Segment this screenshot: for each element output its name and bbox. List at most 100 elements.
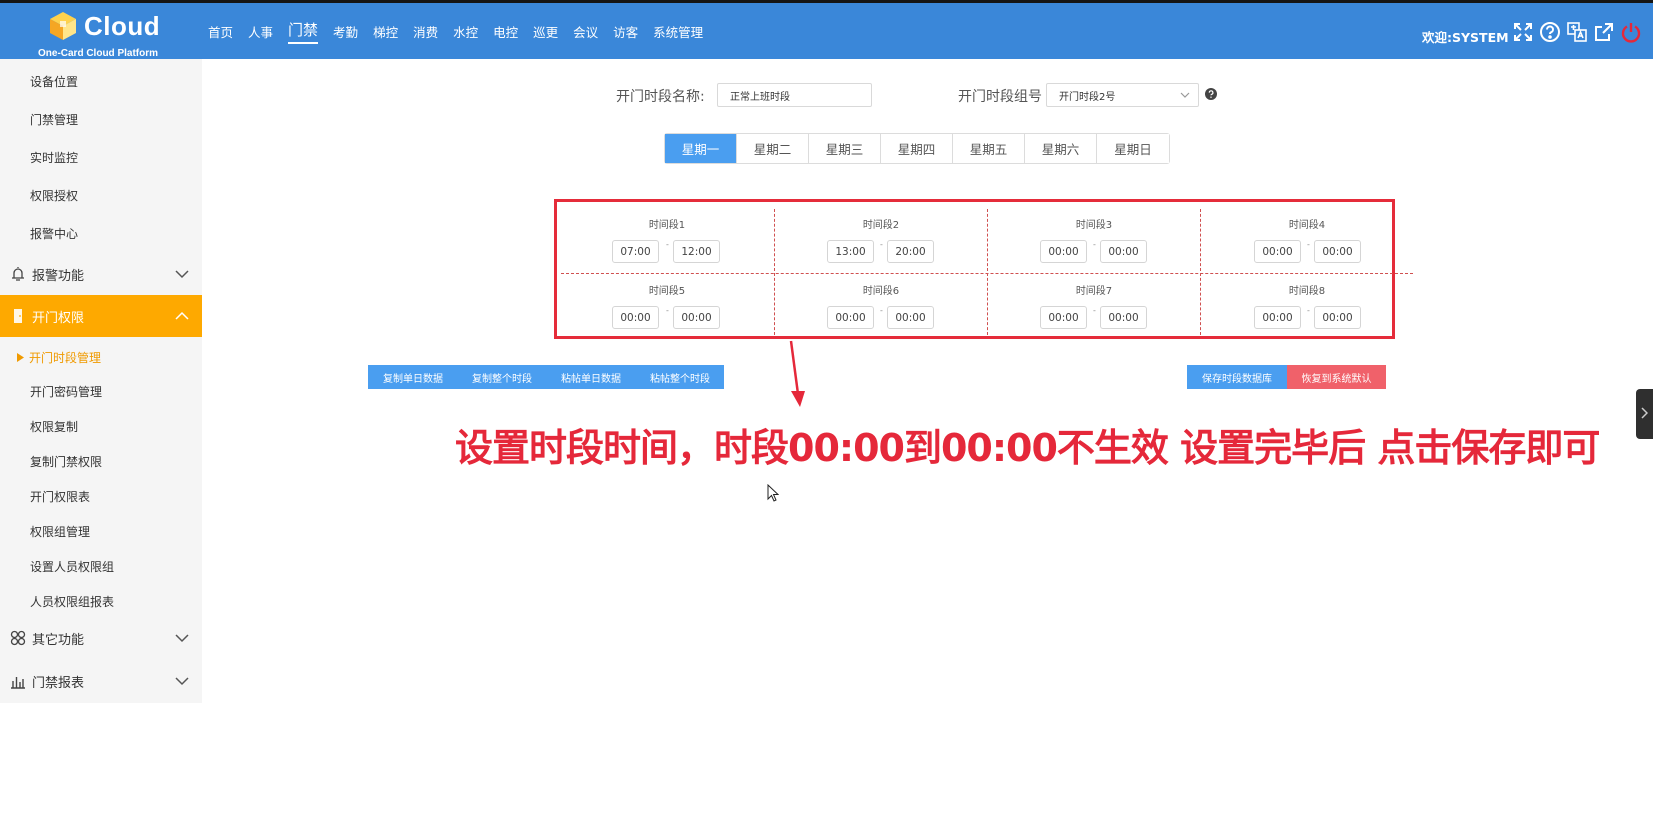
slot-6-end-input[interactable]: 00:00 <box>887 306 934 329</box>
sidebar-group-other[interactable]: 其它功能 <box>0 617 202 659</box>
nav-attendance[interactable]: 考勤 <box>333 22 358 41</box>
brand-name: Cloud <box>84 11 161 41</box>
slot-4-end-input[interactable]: 00:00 <box>1314 240 1361 263</box>
sidebar-item-door-management[interactable]: 门禁管理 <box>30 111 78 128</box>
chevron-down-icon <box>175 270 189 279</box>
door-icon <box>14 309 22 323</box>
slot-label: 时间段7 <box>1075 286 1113 297</box>
sidebar-group-alarm-label: 报警功能 <box>32 268 85 284</box>
period-group-value: 开门时段2号 <box>1059 91 1116 103</box>
chevron-up-icon <box>175 311 189 320</box>
tab-tuesday[interactable]: 星期二 <box>737 134 809 163</box>
slot-8-end-input[interactable]: 00:00 <box>1314 306 1361 329</box>
slot-5-start-input[interactable]: 00:00 <box>612 306 659 329</box>
sidebar-item-realtime-monitor[interactable]: 实时监控 <box>30 149 78 166</box>
save-period-button[interactable]: 保存时段数据库 <box>1187 365 1287 389</box>
copy-all-periods-button[interactable]: 复制整个时段 <box>458 365 546 389</box>
sidebar-item-permission-group[interactable]: 权限组管理 <box>30 523 90 540</box>
slot-8-start-input[interactable]: 00:00 <box>1254 306 1301 329</box>
alarm-bell-icon <box>12 267 24 281</box>
slot-1-end-input[interactable]: 12:00 <box>673 240 720 263</box>
sidebar: 设备位置 门禁管理 实时监控 权限授权 报警中心 报警功能 开门权限 开门时段管… <box>0 59 202 822</box>
sidebar-group-door-permission-label: 开门权限 <box>32 310 85 326</box>
side-panel-toggle[interactable] <box>1636 389 1653 439</box>
header-tools <box>1512 21 1642 43</box>
grid-divider <box>1200 209 1201 335</box>
nav-meeting[interactable]: 会议 <box>573 22 598 41</box>
grid-divider <box>774 209 775 335</box>
nav-consumption[interactable]: 消费 <box>413 22 438 41</box>
copy-day-button[interactable]: 复制单日数据 <box>368 365 458 389</box>
sidebar-item-door-period-label: 开门时段管理 <box>29 351 102 365</box>
range-separator: - <box>1093 240 1096 249</box>
range-separator: - <box>1093 306 1096 315</box>
nav-personnel[interactable]: 人事 <box>248 22 273 41</box>
grid-divider <box>561 273 1413 274</box>
tab-saturday[interactable]: 星期六 <box>1025 134 1097 163</box>
slot-label: 时间段3 <box>1075 220 1113 231</box>
annotation-arrow-icon <box>789 340 805 407</box>
nav-patrol[interactable]: 巡更 <box>533 22 558 41</box>
time-slot-grid: 时间段1 07:00 - 12:00 时间段2 13:00 - 20:00 时间… <box>554 199 1413 339</box>
weekday-tabs: 星期一 星期二 星期三 星期四 星期五 星期六 星期日 <box>664 133 1170 164</box>
sidebar-item-copy-door-permission[interactable]: 复制门禁权限 <box>30 453 102 470</box>
mouse-cursor-icon <box>767 484 779 502</box>
tab-sunday[interactable]: 星期日 <box>1097 134 1169 163</box>
sidebar-group-door-permission[interactable]: 开门权限 <box>0 295 202 337</box>
slot-7-start-input[interactable]: 00:00 <box>1040 306 1087 329</box>
slot-5-end-input[interactable]: 00:00 <box>673 306 720 329</box>
nav-visitor[interactable]: 访客 <box>613 22 638 41</box>
period-group-select[interactable]: 开门时段2号 <box>1046 83 1199 107</box>
grid-divider <box>987 209 988 335</box>
tab-thursday[interactable]: 星期四 <box>881 134 953 163</box>
welcome-user: 欢迎:SYSTEM <box>1422 30 1509 45</box>
period-name-input[interactable]: 正常上班时段 <box>717 83 872 107</box>
nav-home[interactable]: 首页 <box>208 22 233 41</box>
sidebar-item-door-period[interactable]: 开门时段管理 <box>16 349 101 366</box>
power-icon[interactable] <box>1620 21 1642 43</box>
slot-4-start-input[interactable]: 00:00 <box>1254 240 1301 263</box>
grid-icon <box>10 630 26 646</box>
slot-2-start-input[interactable]: 13:00 <box>827 240 874 263</box>
main-nav: 首页 人事 门禁 考勤 梯控 消费 水控 电控 巡更 会议 访客 系统管理 <box>208 3 718 59</box>
tab-friday[interactable]: 星期五 <box>953 134 1025 163</box>
question-circle-icon[interactable] <box>1205 88 1217 100</box>
slot-3-end-input[interactable]: 00:00 <box>1100 240 1147 263</box>
tab-wednesday[interactable]: 星期三 <box>809 134 881 163</box>
sidebar-group-alarm[interactable]: 报警功能 <box>0 253 202 295</box>
nav-water[interactable]: 水控 <box>453 22 478 41</box>
tab-monday[interactable]: 星期一 <box>665 134 737 163</box>
sidebar-item-permission-table[interactable]: 开门权限表 <box>30 488 90 505</box>
external-link-icon[interactable] <box>1593 21 1615 43</box>
restore-default-button[interactable]: 恢复到系统默认 <box>1287 365 1386 389</box>
sidebar-item-door-password[interactable]: 开门密码管理 <box>30 383 102 400</box>
nav-access-control[interactable]: 门禁 <box>288 19 319 44</box>
slot-6-start-input[interactable]: 00:00 <box>827 306 874 329</box>
slot-3-start-input[interactable]: 00:00 <box>1040 240 1087 263</box>
sidebar-group-report[interactable]: 门禁报表 <box>0 660 202 702</box>
sidebar-item-set-person-group[interactable]: 设置人员权限组 <box>30 558 114 575</box>
copy-paste-buttons: 复制单日数据 复制整个时段 粘帖单日数据 粘帖整个时段 <box>368 365 724 389</box>
slot-1-start-input[interactable]: 07:00 <box>612 240 659 263</box>
nav-elevator[interactable]: 梯控 <box>373 22 398 41</box>
nav-electric[interactable]: 电控 <box>493 22 518 41</box>
tutorial-annotation: 设置时段时间，时段00:00到00:00不生效 设置完毕后 点击保存即可 <box>455 426 1600 470</box>
fullscreen-icon[interactable] <box>1512 21 1534 43</box>
language-icon[interactable] <box>1566 21 1588 43</box>
slot-7-end-input[interactable]: 00:00 <box>1100 306 1147 329</box>
brand-logo[interactable]: Cloud One-Card Cloud Platform <box>38 7 168 59</box>
paste-day-button[interactable]: 粘帖单日数据 <box>546 365 636 389</box>
sidebar-item-person-group-report[interactable]: 人员权限组报表 <box>30 593 114 610</box>
sidebar-item-alarm-center[interactable]: 报警中心 <box>30 225 78 242</box>
sidebar-group-report-label: 门禁报表 <box>32 675 85 691</box>
sidebar-item-device-location[interactable]: 设备位置 <box>30 73 78 90</box>
chevron-right-icon <box>1641 407 1648 419</box>
slot-label: 时间段6 <box>862 286 900 297</box>
paste-all-periods-button[interactable]: 粘帖整个时段 <box>636 365 724 389</box>
sidebar-item-permission-copy[interactable]: 权限复制 <box>30 418 78 435</box>
sidebar-item-authorization[interactable]: 权限授权 <box>30 187 78 204</box>
nav-system[interactable]: 系统管理 <box>653 22 703 41</box>
help-icon[interactable] <box>1539 21 1561 43</box>
caret-right-icon <box>17 353 24 362</box>
slot-2-end-input[interactable]: 20:00 <box>887 240 934 263</box>
